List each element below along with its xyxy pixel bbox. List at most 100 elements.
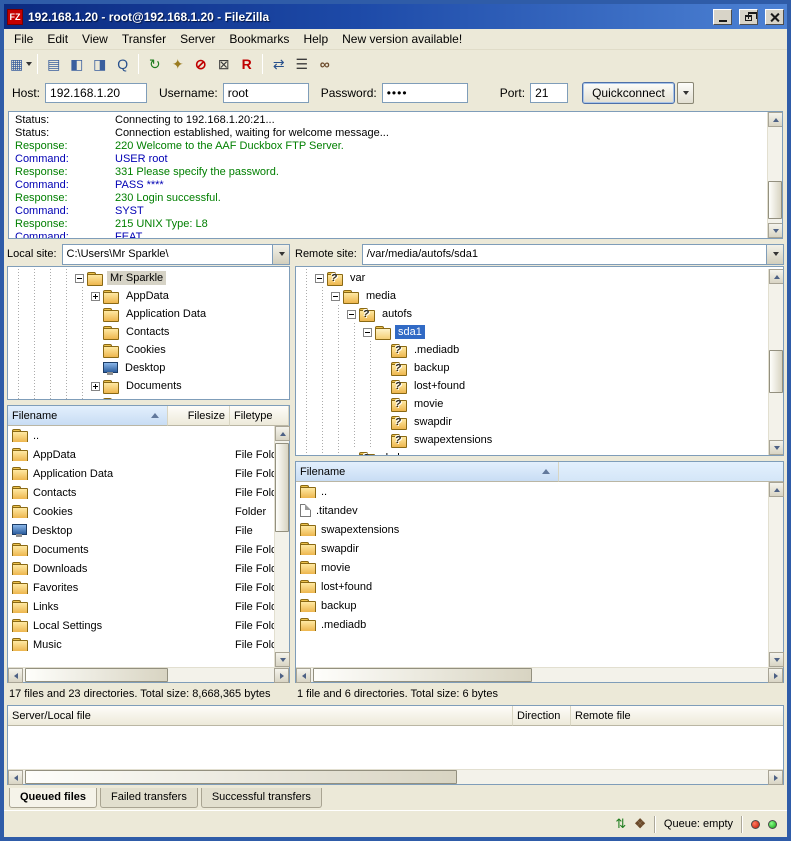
scroll-left-button[interactable] — [8, 668, 23, 683]
scroll-up-button[interactable] — [769, 482, 784, 497]
scroll-left-button[interactable] — [8, 770, 23, 785]
scroll-up-button[interactable] — [769, 269, 784, 284]
column-header-remote-file[interactable]: Remote file — [571, 706, 783, 726]
menu-server[interactable]: Server — [173, 30, 222, 48]
scroll-right-button[interactable] — [274, 668, 289, 683]
tree-item-mediadb[interactable]: .mediadb — [296, 341, 768, 359]
scroll-thumb[interactable] — [313, 668, 532, 682]
file-row[interactable]: DesktopFile — [8, 521, 274, 540]
tree-item-sda1[interactable]: sda1 — [296, 323, 768, 341]
file-row[interactable]: .titandev — [296, 501, 768, 520]
file-row[interactable]: swapdir — [296, 539, 768, 558]
disconnect-button[interactable]: ⊠ — [212, 53, 235, 76]
tree-item-contacts[interactable]: Contacts — [8, 323, 289, 341]
password-input[interactable] — [382, 83, 468, 103]
tree-item-swapdir[interactable]: swapdir — [296, 413, 768, 431]
menu-transfer[interactable]: Transfer — [115, 30, 173, 48]
toggle-message-log-button[interactable]: ▤ — [42, 53, 65, 76]
scroll-right-button[interactable] — [768, 668, 783, 683]
expander-plus-icon[interactable] — [91, 382, 100, 391]
tree-item-application-data[interactable]: Application Data — [8, 305, 289, 323]
tree-item-appdata[interactable]: AppData — [8, 287, 289, 305]
filelist-filter-button[interactable]: ☰ — [290, 53, 313, 76]
file-row[interactable]: backup — [296, 596, 768, 615]
file-row[interactable]: movie — [296, 558, 768, 577]
remote-tree-scrollbar[interactable] — [768, 269, 783, 455]
tree-item-mr-sparkle[interactable]: Mr Sparkle — [8, 269, 289, 287]
scroll-thumb[interactable] — [768, 181, 782, 219]
column-header-direction[interactable]: Direction — [513, 706, 571, 726]
cancel-button[interactable]: ⊘ — [189, 53, 212, 76]
file-row[interactable]: Local SettingsFile Folder — [8, 616, 274, 635]
file-row[interactable]: CookiesFolder — [8, 502, 274, 521]
tree-item-movie[interactable]: movie — [296, 395, 768, 413]
expander-minus-icon[interactable] — [315, 274, 324, 283]
file-row[interactable]: .. — [8, 426, 274, 445]
file-row[interactable]: lost+found — [296, 577, 768, 596]
quickconnect-button[interactable]: Quickconnect — [582, 82, 675, 104]
file-row[interactable]: .. — [296, 482, 768, 501]
scroll-thumb[interactable] — [25, 668, 168, 682]
tree-item-autofs[interactable]: autofs — [296, 305, 768, 323]
refresh-button[interactable]: ↻ — [143, 53, 166, 76]
tree-item-var[interactable]: var — [296, 269, 768, 287]
expander-minus-icon[interactable] — [331, 292, 340, 301]
local-list-hscrollbar[interactable] — [8, 667, 289, 682]
file-row[interactable]: FavoritesFile Folder — [8, 578, 274, 597]
file-row[interactable]: DownloadsFile Folder — [8, 559, 274, 578]
scroll-thumb[interactable] — [25, 770, 457, 784]
scroll-up-button[interactable] — [768, 112, 783, 127]
file-row[interactable]: AppDataFile Folder — [8, 445, 274, 464]
menu-view[interactable]: View — [75, 30, 115, 48]
remote-list-hscrollbar[interactable] — [296, 667, 783, 682]
restore-button[interactable] — [739, 9, 758, 25]
menu-help[interactable]: Help — [296, 30, 335, 48]
quickconnect-dropdown-button[interactable] — [677, 82, 694, 104]
tab-failed-transfers[interactable]: Failed transfers — [100, 788, 198, 808]
site-manager-button[interactable]: ▦ — [9, 53, 33, 76]
speed-limits-icon[interactable]: ⇅ — [615, 816, 626, 832]
file-row[interactable]: swapextensions — [296, 520, 768, 539]
local-site-combobox[interactable]: C:\Users\Mr Sparkle\ — [62, 244, 290, 265]
close-button[interactable] — [765, 9, 784, 25]
tree-item-desktop[interactable]: Desktop — [8, 359, 289, 377]
toggle-local-tree-button[interactable]: ◧ — [65, 53, 88, 76]
menu-edit[interactable]: Edit — [40, 30, 75, 48]
expander-minus-icon[interactable] — [347, 310, 356, 319]
file-row[interactable]: ContactsFile Folder — [8, 483, 274, 502]
file-row[interactable]: Application DataFile Folder — [8, 464, 274, 483]
tab-successful-transfers[interactable]: Successful transfers — [201, 788, 322, 808]
tree-item-media[interactable]: media — [296, 287, 768, 305]
tree-item-dvd[interactable]: dvd — [296, 449, 768, 455]
tree-item-lost-found[interactable]: lost+found — [296, 377, 768, 395]
combo-dropdown-button[interactable] — [766, 245, 783, 264]
file-search-button[interactable]: ∞ — [313, 53, 336, 76]
scroll-down-button[interactable] — [769, 440, 784, 455]
process-queue-button[interactable]: ✦ — [166, 53, 189, 76]
directory-comparison-button[interactable]: ⇄ — [267, 53, 290, 76]
tree-item-backup[interactable]: backup — [296, 359, 768, 377]
toggle-queue-button[interactable]: Q — [111, 53, 134, 76]
port-input[interactable] — [530, 83, 568, 103]
tree-item-swapextensions[interactable]: swapextensions — [296, 431, 768, 449]
scroll-thumb[interactable] — [769, 350, 783, 394]
encryption-status-icon[interactable]: ❖ — [634, 816, 646, 832]
file-row[interactable]: .mediadb — [296, 615, 768, 634]
log-scrollbar[interactable] — [767, 112, 782, 238]
file-row[interactable]: LinksFile Folder — [8, 597, 274, 616]
local-list-scrollbar[interactable] — [274, 426, 289, 667]
column-header-filename[interactable]: Filename — [296, 462, 559, 482]
tree-item-documents[interactable]: Documents — [8, 377, 289, 395]
file-row[interactable]: MusicFile Folder — [8, 635, 274, 654]
column-header-filetype[interactable]: Filetype — [230, 406, 289, 426]
expander-minus-icon[interactable] — [75, 274, 84, 283]
remote-site-combobox[interactable]: /var/media/autofs/sda1 — [362, 244, 784, 265]
tab-queued-files[interactable]: Queued files — [9, 788, 97, 808]
scroll-down-button[interactable] — [769, 652, 784, 667]
queue-hscrollbar[interactable] — [8, 769, 783, 784]
expander-minus-icon[interactable] — [363, 328, 372, 337]
scroll-thumb[interactable] — [275, 443, 289, 532]
username-input[interactable] — [223, 83, 309, 103]
menu-file[interactable]: File — [7, 30, 40, 48]
host-input[interactable] — [45, 83, 147, 103]
